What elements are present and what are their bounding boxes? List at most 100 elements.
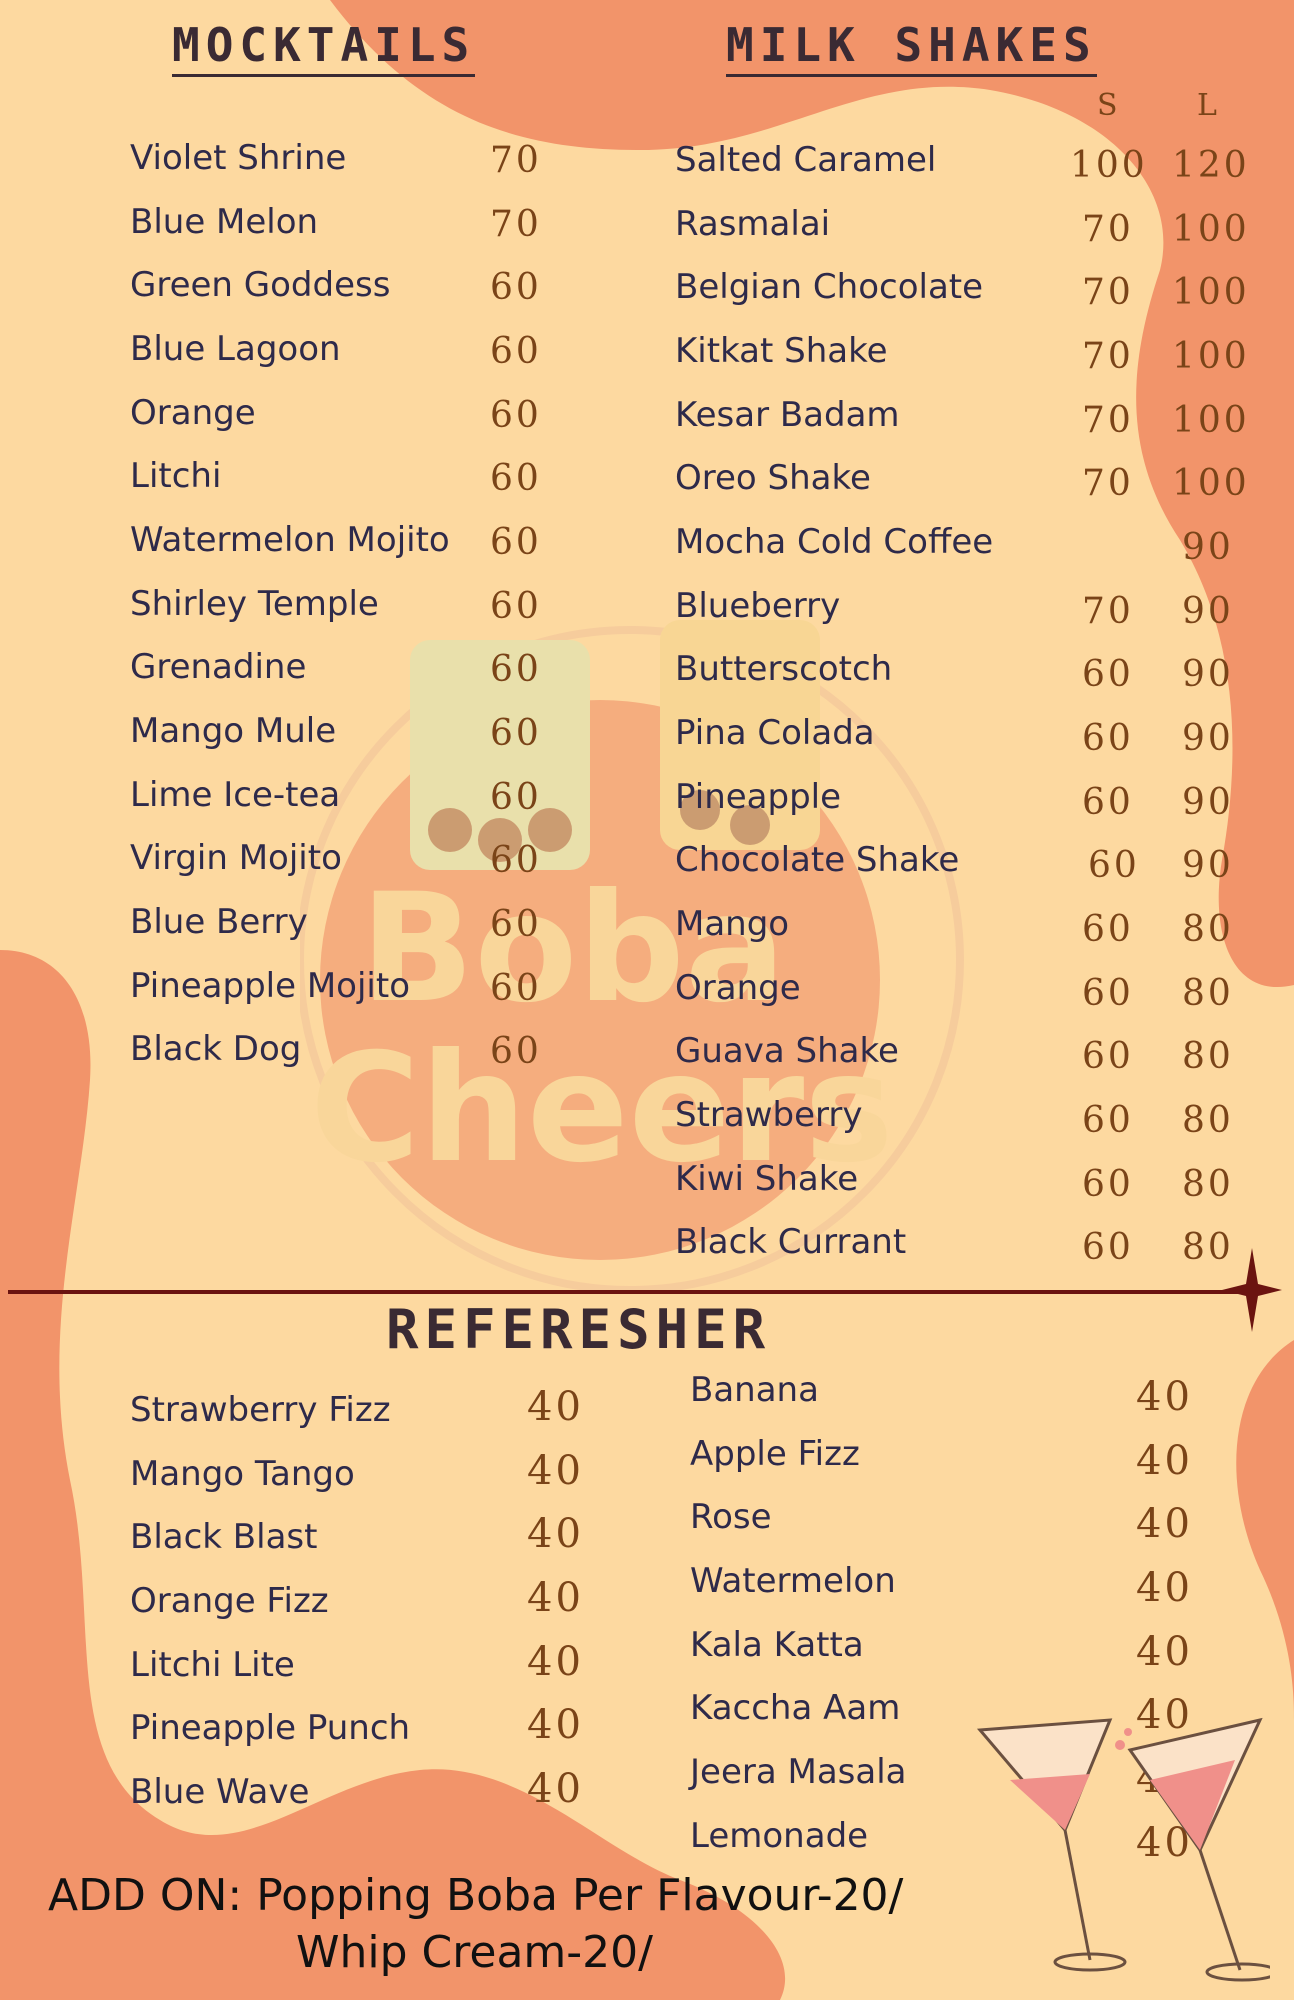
menu-item-price: 40 [527,1511,584,1557]
menu-item-name: Lemonade [690,1816,869,1856]
menu-item-price-large: 120 [1172,145,1250,186]
menu-item-price-small: 100 [1070,145,1148,186]
menu-item-name: Kesar Badam [675,395,900,435]
menu-item-name: Orange [130,393,256,433]
menu-item-price: 60 [490,904,542,945]
menu-item-name: Litchi [130,456,222,496]
menu-item-price: 40 [1136,1374,1193,1420]
menu-item-name: Blue Wave [130,1772,310,1812]
menu-item-price-large: 80 [1182,1036,1234,1077]
menu-item-name: Pina Colada [675,713,875,753]
menu-item-price-large: 90 [1182,718,1234,759]
boba-cheers-logo: Boba Cheers [300,620,964,1294]
menu-item-name: Chocolate Shake [675,840,960,880]
menu-item-name: Blueberry [675,586,841,626]
menu-item-name: Orange [675,968,801,1008]
menu-item-name: Lime Ice-tea [130,775,341,815]
menu-item-name: Apple Fizz [690,1434,860,1474]
menu-item-price-large: 80 [1182,909,1234,950]
addon-line-2: Whip Cream-20/ [296,1927,653,1978]
menu-item-price-large: 100 [1172,336,1250,377]
menu-item-price: 40 [527,1575,584,1621]
menu-item-price-small: 60 [1082,1164,1134,1205]
menu-item-name: Violet Shrine [130,138,347,178]
menu-item-name: Kiwi Shake [675,1159,859,1199]
menu-item-price: 60 [490,713,542,754]
menu-item-price: 60 [490,458,542,499]
menu-item-name: Virgin Mojito [130,838,342,878]
menu-item-price-large: 80 [1182,1164,1234,1205]
menu-item-name: Grenadine [130,647,307,687]
menu-item-price: 40 [1136,1438,1193,1484]
menu-item-price: 40 [527,1766,584,1812]
menu-item-price-large: 90 [1182,782,1234,823]
menu-item-price: 60 [490,777,542,818]
menu-item-name: Mocha Cold Coffee [675,522,994,562]
menu-item-price-small: 60 [1082,1227,1134,1268]
menu-item-price-small: 70 [1082,463,1134,504]
menu-item-price: 60 [490,522,542,563]
menu-item-price: 70 [490,140,542,181]
menu-item-price-large: 90 [1182,654,1234,695]
menu-item-price-large: 90 [1182,845,1234,886]
menu-item-price-large: 100 [1172,463,1250,504]
menu-item-price: 40 [527,1702,584,1748]
section-divider [8,1290,1238,1294]
mocktails-heading: MOCKTAILS [172,18,476,77]
menu-item-price: 60 [490,586,542,627]
size-large-label: L [1197,88,1217,123]
menu-item-name: Mango [675,904,790,944]
menu-item-name: Black Dog [130,1029,302,1069]
menu-item-price: 60 [490,267,542,308]
menu-item-price-small: 70 [1082,209,1134,250]
menu-item-price-large: 100 [1172,209,1250,250]
menu-item-price: 40 [1136,1629,1193,1675]
sparkle-star-icon [1222,1248,1282,1332]
menu-item-name: Blue Berry [130,902,308,942]
menu-item-name: Pineapple Mojito [130,966,411,1006]
menu-item-price-large: 90 [1182,527,1234,568]
menu-item-price-small: 60 [1082,718,1134,759]
menu-item-price: 60 [490,1031,542,1072]
menu-item-price: 40 [527,1639,584,1685]
menu-item-name: Black Blast [130,1517,318,1557]
menu-item-price-small: 60 [1082,909,1134,950]
menu-item-name: Blue Lagoon [130,329,341,369]
menu-item-name: Green Goddess [130,265,391,305]
menu-item-name: Kaccha Aam [690,1688,901,1728]
menu-item-price: 60 [490,968,542,1009]
menu-item-name: Guava Shake [675,1031,899,1071]
milkshakes-heading: MILK SHAKES [726,18,1097,77]
menu-item-name: Oreo Shake [675,458,871,498]
menu-item-price: 40 [1136,1565,1193,1611]
menu-item-name: Litchi Lite [130,1645,295,1685]
menu-item-price-small: 60 [1082,1036,1134,1077]
menu-item-price-small: 60 [1082,654,1134,695]
menu-item-price-large: 100 [1172,400,1250,441]
menu-item-price-small: 60 [1082,1100,1134,1141]
size-small-label: S [1097,88,1118,123]
menu-item-name: Mango Mule [130,711,337,751]
menu-item-price-small: 60 [1082,973,1134,1014]
menu-item-name: Watermelon Mojito [130,520,450,560]
menu-item-price: 60 [490,840,542,881]
menu-item-price-small: 60 [1088,845,1140,886]
menu-item-name: Kitkat Shake [675,331,888,371]
menu-page: Boba Cheers MOCKTAILS MILK SHAKES S L Vi… [0,0,1294,2000]
menu-item-name: Black Currant [675,1222,907,1262]
menu-item-name: Blue Melon [130,202,319,242]
menu-item-name: Rasmalai [675,204,831,244]
menu-item-price-small: 60 [1082,782,1134,823]
menu-item-name: Strawberry Fizz [130,1390,391,1430]
menu-item-price-large: 80 [1182,973,1234,1014]
menu-item-price: 40 [527,1448,584,1494]
menu-item-price-small: 70 [1082,400,1134,441]
menu-item-price: 60 [490,649,542,690]
addon-line-1: ADD ON: Popping Boba Per Flavour-20/ [48,1870,904,1921]
menu-item-price: 40 [527,1384,584,1430]
menu-item-name: Orange Fizz [130,1581,329,1621]
menu-item-name: Butterscotch [675,649,893,689]
menu-item-price-small: 70 [1082,591,1134,632]
menu-item-name: Rose [690,1497,772,1537]
menu-item-name: Jeera Masala [690,1752,907,1792]
